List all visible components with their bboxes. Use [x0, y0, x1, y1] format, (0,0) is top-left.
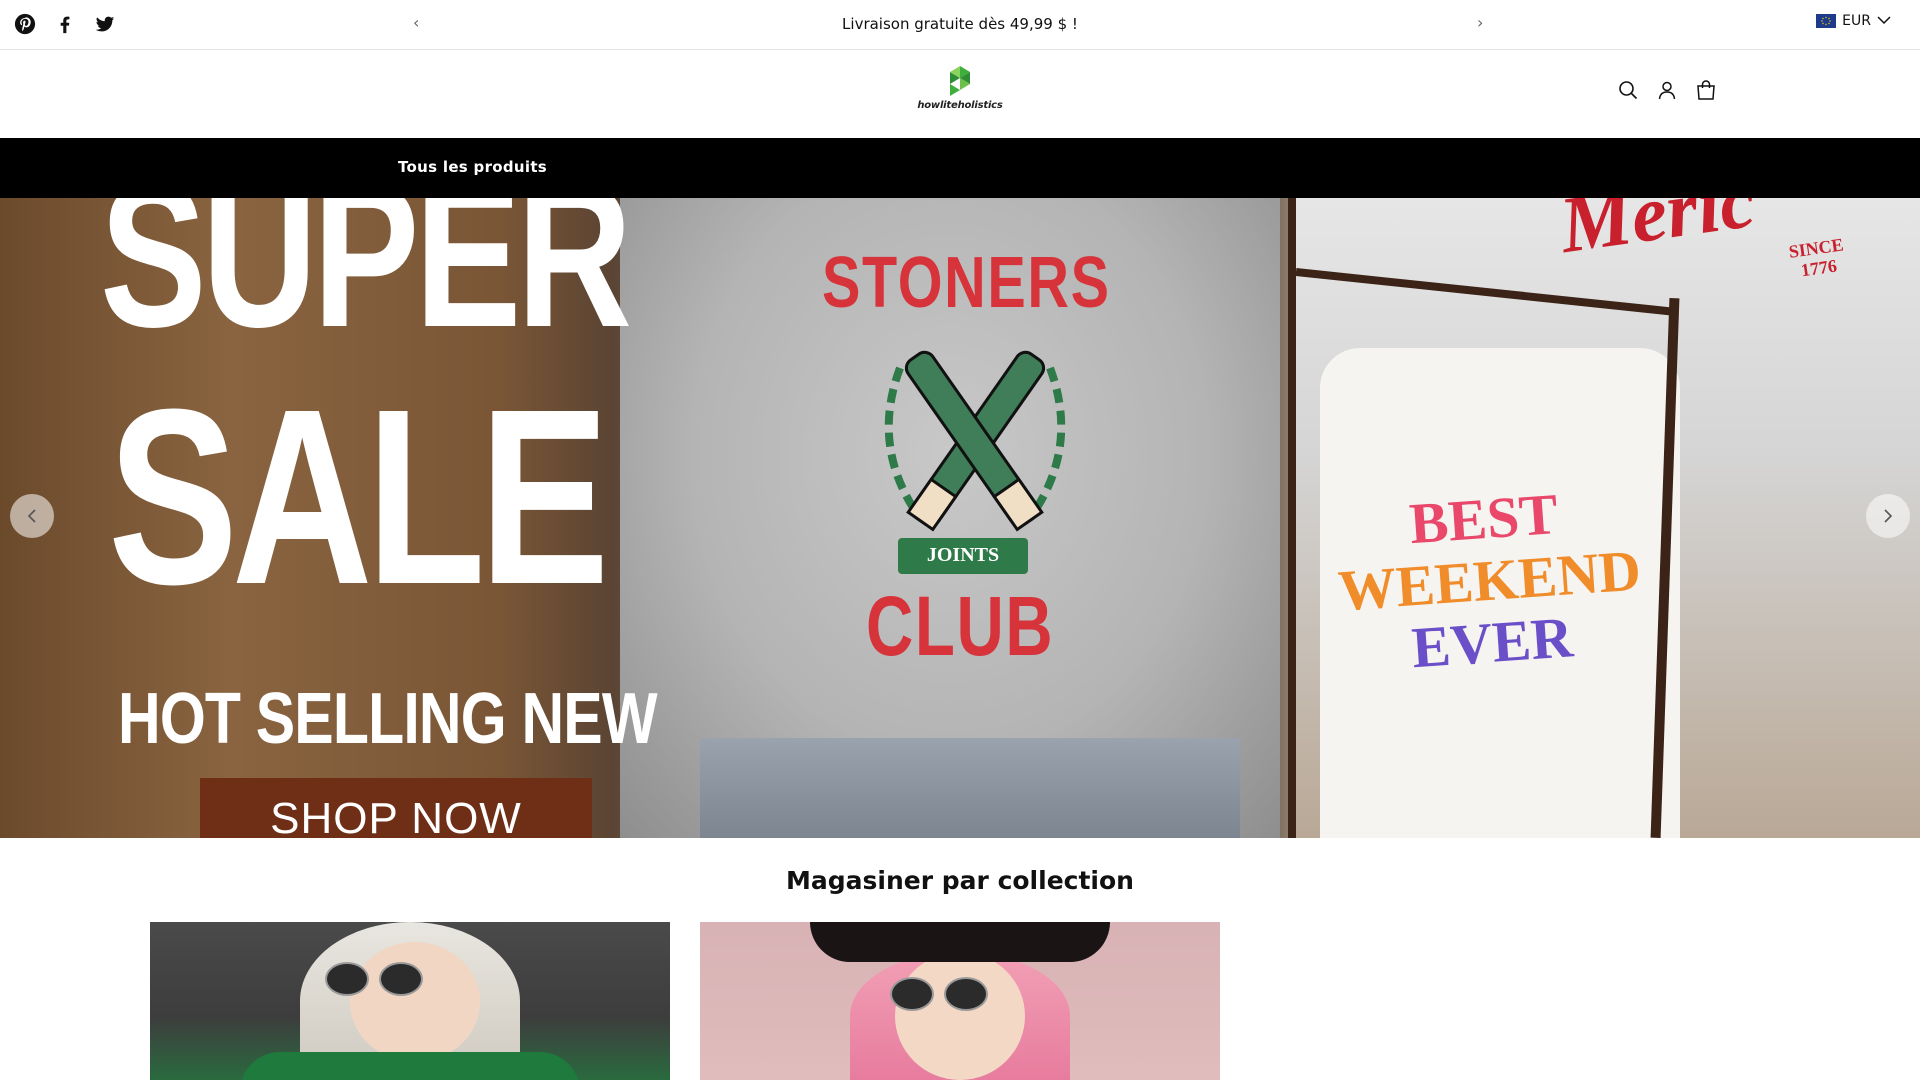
- chevron-down-icon: [1877, 13, 1891, 29]
- collection-image-1-face: [350, 942, 480, 1062]
- logo-text: howliteholistics: [917, 100, 1003, 111]
- collections-title: Magasiner par collection: [786, 866, 1134, 895]
- currency-selector[interactable]: EUR: [1816, 13, 1891, 29]
- chevron-right-icon: [1884, 509, 1893, 523]
- announcement-next-arrow[interactable]: ›: [1477, 13, 1483, 32]
- hero-prev-button[interactable]: [10, 494, 54, 538]
- shirt-text-joints: JOINTS: [898, 538, 1028, 574]
- collection-card-2[interactable]: [700, 922, 1220, 1080]
- hero-next-button[interactable]: [1866, 494, 1910, 538]
- eu-flag-icon: [1816, 14, 1837, 28]
- sunglasses-icon: [325, 962, 423, 996]
- shirt-text-club: CLUB: [866, 579, 1055, 673]
- hero-slideshow[interactable]: SUPER SALE HOT SELLING NEW SHOP NOW STON…: [0, 198, 1920, 838]
- hero-subhead: HOT SELLING NEW: [118, 679, 658, 759]
- shirt-text-stoners: STONERS: [822, 243, 1111, 323]
- crossed-joints-crest-icon: [884, 350, 1066, 532]
- logo-mark-icon: [950, 66, 970, 96]
- account-icon[interactable]: [1656, 79, 1678, 101]
- collection-image-1-shirt: [240, 1052, 580, 1080]
- cart-icon[interactable]: [1695, 79, 1717, 101]
- announcement-text: Livraison gratuite dès 49,99 $ !: [842, 15, 1078, 33]
- hero-headline-2: SALE: [108, 357, 609, 636]
- main-navigation: Tous les produits: [0, 138, 1920, 198]
- hero-frame-divider: [1288, 198, 1296, 838]
- shop-now-button[interactable]: SHOP NOW: [200, 778, 592, 838]
- shirt-text-best-weekend-ever: BEST WEEKEND EVER: [1332, 478, 1644, 684]
- shirt-text-since: SINCE 1776: [1787, 234, 1847, 281]
- nav-item-all-products[interactable]: Tous les produits: [398, 158, 547, 176]
- search-icon[interactable]: [1617, 79, 1639, 101]
- site-logo[interactable]: howliteholistics: [916, 64, 1004, 124]
- announcement-bar: ‹ Livraison gratuite dès 49,99 $ ! › EUR: [0, 0, 1920, 50]
- collection-image-2-face: [895, 952, 1025, 1080]
- site-header: howliteholistics: [0, 50, 1920, 138]
- hero-headline-1: SUPER: [100, 198, 632, 370]
- collection-card-1[interactable]: [150, 922, 670, 1080]
- currency-code: EUR: [1842, 13, 1871, 29]
- header-actions: [1617, 79, 1717, 101]
- chevron-left-icon: [27, 509, 36, 523]
- sunglasses-icon: [890, 977, 988, 1011]
- hero-image-jeans: [700, 738, 1240, 838]
- hat-icon: [810, 922, 1110, 962]
